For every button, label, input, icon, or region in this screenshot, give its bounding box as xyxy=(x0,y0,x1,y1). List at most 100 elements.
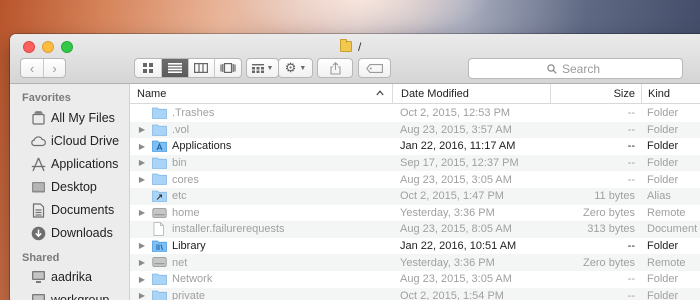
file-date-modified: Oct 2, 2015, 12:53 PM xyxy=(400,107,511,120)
size-column-header[interactable]: Size xyxy=(550,84,641,104)
file-row[interactable]: ▶ .vol Aug 23, 2015, 3:57 AM -- Folder xyxy=(130,121,700,139)
disclosure-triangle-icon[interactable]: ▶ xyxy=(137,208,147,218)
file-size: -- xyxy=(627,140,635,153)
file-date-modified: Yesterday, 3:36 PM xyxy=(400,256,495,269)
file-row[interactable]: installer.failurerequests Aug 23, 2015, 8… xyxy=(130,221,700,238)
date-modified-column-header[interactable]: Date Modified xyxy=(392,84,550,104)
column-view-icon xyxy=(194,63,209,73)
sidebar-item-label: Applications xyxy=(51,157,119,171)
file-row[interactable]: ▶ bin Sep 17, 2015, 12:37 PM -- Folder xyxy=(130,154,700,172)
file-name: Library xyxy=(172,240,206,253)
disclosure-triangle-icon[interactable]: ▶ xyxy=(137,291,147,300)
column-header-label: Kind xyxy=(648,88,671,100)
disclosure-triangle-icon[interactable]: ▶ xyxy=(137,125,147,135)
file-list: Name Date Modified Size Kind .Trashes Oct… xyxy=(130,84,700,300)
sidebar-item-downloads[interactable]: Downloads xyxy=(10,223,130,243)
disclosure-triangle-icon[interactable]: ▶ xyxy=(137,174,147,184)
forward-button[interactable]: › xyxy=(42,59,65,77)
sidebar-item-label: Downloads xyxy=(51,226,113,240)
disclosure-triangle-icon[interactable]: ▶ xyxy=(137,158,147,168)
search-input[interactable] xyxy=(562,61,604,76)
sidebar-item-workgroup[interactable]: workgroup xyxy=(10,290,130,300)
disclosure-triangle-icon[interactable]: ▶ xyxy=(137,141,147,151)
file-row[interactable]: ▶ Applications Jan 22, 2016, 11:17 AM -- Fol… xyxy=(130,138,700,155)
file-name: home xyxy=(172,206,200,219)
file-row[interactable]: ▶ Library Jan 22, 2016, 10:51 AM -- Folder xyxy=(130,238,700,255)
file-kind: Document xyxy=(647,223,698,236)
arrange-icon xyxy=(251,63,264,73)
file-row[interactable]: ▶ home Yesterday, 3:36 PM Zero bytes Remote xyxy=(130,205,700,222)
sidebar-item-label: All My Files xyxy=(51,111,115,125)
finder-window: / ‹ › ▼ ⚙ ▼ Search Favorites All My File… xyxy=(10,34,700,300)
action-button[interactable]: ⚙ ▼ xyxy=(278,58,313,78)
chevron-down-icon: ▼ xyxy=(266,64,274,72)
share-button[interactable] xyxy=(317,58,353,78)
file-kind: Folder xyxy=(647,240,679,253)
sidebar-item-all-my-files[interactable]: All My Files xyxy=(10,108,130,128)
file-name: private xyxy=(172,289,206,300)
file-row[interactable]: etc Oct 2, 2015, 1:47 PM 11 bytes Alias xyxy=(130,188,700,205)
all-files-icon xyxy=(30,110,46,126)
sidebar-item-icloud-drive[interactable]: iCloud Drive xyxy=(10,131,130,151)
window-title-text: / xyxy=(358,39,362,54)
file-row[interactable]: .Trashes Oct 2, 2015, 12:53 PM -- Folder xyxy=(130,105,700,122)
sidebar-item-label: iCloud Drive xyxy=(51,134,120,148)
search-icon xyxy=(547,63,557,74)
zoom-window-button[interactable] xyxy=(61,41,73,53)
icon-view-icon xyxy=(142,63,153,73)
favorites-heading: Favorites xyxy=(22,92,71,104)
edit-tags-button[interactable] xyxy=(358,58,391,78)
drive-icon xyxy=(152,255,167,269)
file-name: etc xyxy=(172,190,187,203)
sidebar: Favorites All My Files iCloud Drive Appl… xyxy=(10,84,130,300)
column-header-label: Name xyxy=(137,88,167,100)
arrange-button[interactable]: ▼ xyxy=(246,58,279,78)
cover-flow-icon xyxy=(220,63,236,73)
file-date-modified: Jan 22, 2016, 11:17 AM xyxy=(400,140,516,153)
sidebar-item-aadrika[interactable]: aadrika xyxy=(10,267,130,287)
minimize-window-button[interactable] xyxy=(42,41,54,53)
shared-heading: Shared xyxy=(22,252,60,264)
disclosure-triangle-icon[interactable]: ▶ xyxy=(137,257,147,267)
file-size: -- xyxy=(627,289,635,300)
alias-icon xyxy=(152,189,167,203)
disclosure-triangle-icon[interactable]: ▶ xyxy=(137,241,147,251)
close-window-button[interactable] xyxy=(23,41,35,53)
file-size: 11 bytes xyxy=(594,190,635,203)
file-kind: Remote xyxy=(647,206,686,219)
file-row[interactable]: ▶ private Oct 2, 2015, 1:54 PM -- Folder xyxy=(130,287,700,300)
sidebar-item-applications[interactable]: Applications xyxy=(10,154,130,174)
file-kind: Folder xyxy=(647,123,679,136)
cover-flow-view-button[interactable] xyxy=(214,59,241,77)
back-button[interactable]: ‹ xyxy=(21,59,43,77)
file-row[interactable]: ▶ cores Aug 23, 2015, 3:05 AM -- Folder xyxy=(130,171,700,188)
file-date-modified: Aug 23, 2015, 8:05 AM xyxy=(400,223,512,236)
file-row[interactable]: ▶ Network Aug 23, 2015, 3:05 AM -- Folder xyxy=(130,271,700,288)
file-name: net xyxy=(172,256,188,269)
disclosure-triangle-icon[interactable]: ▶ xyxy=(137,274,147,284)
search-field[interactable] xyxy=(468,58,683,79)
column-header-label: Size xyxy=(613,88,635,100)
desktop-icon xyxy=(30,179,46,195)
file-size: -- xyxy=(627,273,635,286)
kind-column-header[interactable]: Kind xyxy=(641,84,700,104)
file-kind: Folder xyxy=(647,107,679,120)
sidebar-item-label: aadrika xyxy=(51,270,92,284)
column-view-button[interactable] xyxy=(187,59,215,77)
file-row[interactable]: ▶ net Yesterday, 3:36 PM Zero bytes Remote xyxy=(130,254,700,271)
folder-icon xyxy=(340,39,352,52)
list-view-button[interactable] xyxy=(160,59,188,77)
file-date-modified: Oct 2, 2015, 1:47 PM xyxy=(400,190,504,203)
icon-view-button[interactable] xyxy=(135,59,161,77)
drive-icon xyxy=(152,206,167,220)
name-column-header[interactable]: Name xyxy=(130,84,392,104)
app-folder-icon xyxy=(152,139,167,153)
computer-icon xyxy=(30,269,46,285)
file-size: Zero bytes xyxy=(583,206,635,219)
file-name: .Trashes xyxy=(172,107,215,120)
sidebar-item-desktop[interactable]: Desktop xyxy=(10,177,130,197)
file-date-modified: Jan 22, 2016, 10:51 AM xyxy=(400,240,517,253)
file-date-modified: Aug 23, 2015, 3:57 AM xyxy=(400,123,512,136)
sidebar-item-documents[interactable]: Documents xyxy=(10,200,130,220)
chevron-right-icon: › xyxy=(52,60,57,76)
